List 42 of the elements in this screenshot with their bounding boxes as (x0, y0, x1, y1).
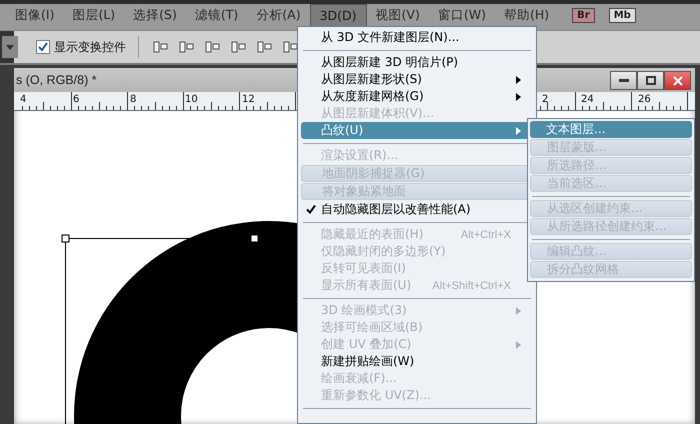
menu-item[interactable]: 从灰度新建网格(G) (301, 88, 533, 105)
close-icon (672, 76, 682, 86)
minimize-icon (618, 78, 628, 82)
app-launcher-button[interactable]: Mb (608, 8, 636, 22)
minimize-button[interactable] (610, 71, 637, 90)
maximize-icon (646, 76, 656, 85)
align-icon[interactable] (230, 40, 248, 54)
maximize-button[interactable] (637, 71, 664, 90)
menu-bar-item[interactable]: 3D(D) (310, 4, 367, 26)
menu-bar-item[interactable]: 图像(I) (6, 4, 64, 26)
ruler-label: 24 (581, 94, 594, 105)
menu-item[interactable]: 从图层新建形状(S) (301, 71, 533, 88)
checkbox[interactable] (36, 40, 50, 54)
tool-dropdown[interactable] (2, 36, 18, 58)
ruler-label: 26 (638, 94, 651, 105)
ruler-label: 10 (185, 94, 198, 105)
ruler-label: 8 (130, 94, 136, 105)
menu-item[interactable]: 文本图层... (530, 121, 692, 138)
document-title: s (O, RGB/8) * (16, 73, 97, 87)
menu-item[interactable]: 从图层新建 3D 明信片(P) (301, 54, 533, 71)
menu-bar-item[interactable]: 滤镜(T) (186, 4, 248, 26)
menu-bar-item[interactable]: 视图(V) (366, 4, 429, 26)
menu-item[interactable]: 从 3D 文件新建图层(N)... (301, 29, 533, 46)
ruler-label: 6 (73, 94, 80, 105)
align-icon[interactable] (178, 40, 196, 54)
ruler-label: 4 (20, 94, 26, 105)
ruler-label: 12 (242, 94, 255, 105)
close-button[interactable] (664, 71, 691, 90)
app-launcher-button[interactable]: Br (572, 8, 595, 22)
caret-icon (6, 44, 14, 50)
align-icon[interactable] (282, 40, 300, 54)
ruler-label: 2 (542, 94, 548, 105)
menu-item[interactable]: 新建拼贴绘画(W) (301, 353, 533, 370)
align-icon[interactable] (152, 40, 170, 54)
align-icon[interactable] (256, 40, 274, 54)
menu-bar-item[interactable]: 帮助(H) (494, 4, 558, 26)
menu-bar-item[interactable]: 选择(S) (124, 4, 186, 26)
menu-bar-item[interactable]: 窗口(W) (428, 4, 495, 26)
checkbox-label: 显示变换控件 (54, 38, 126, 56)
menu-bar-item[interactable]: 图层(L) (63, 4, 124, 26)
menu-bar-item[interactable]: 分析(A) (247, 4, 310, 26)
align-icon[interactable] (204, 40, 222, 54)
